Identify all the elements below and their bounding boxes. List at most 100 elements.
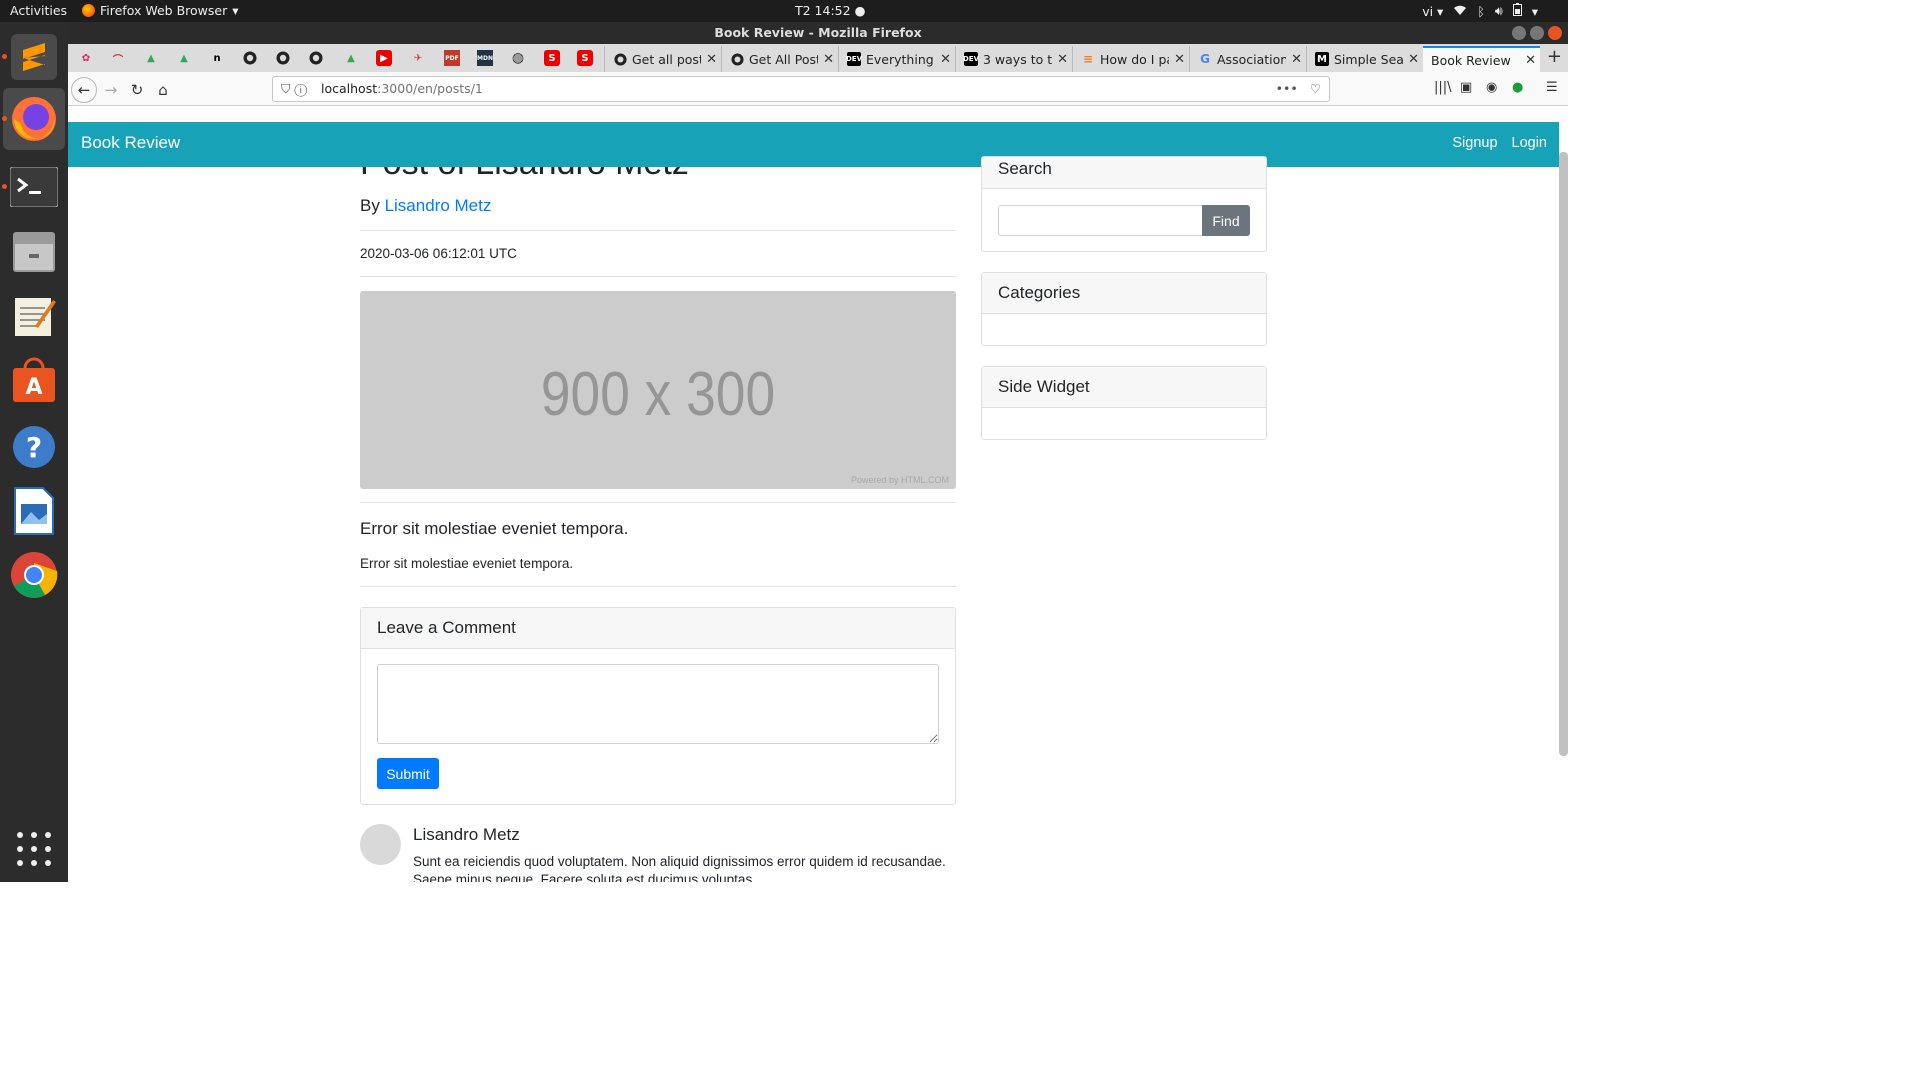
back-icon[interactable]: ← bbox=[71, 77, 97, 103]
page-actions-icon[interactable]: ••• bbox=[1276, 77, 1298, 101]
terminal-icon bbox=[10, 167, 58, 207]
window-title-bar: Book Review - Mozilla Firefox bbox=[68, 22, 1568, 44]
account-icon[interactable]: ◉ bbox=[1486, 80, 1497, 95]
close-tab-icon[interactable]: ✕ bbox=[940, 52, 951, 67]
tab-simple-search[interactable]: M Simple Sear ✕ bbox=[1306, 46, 1423, 72]
dock-files[interactable] bbox=[9, 226, 59, 276]
tab-everything[interactable]: DEV Everything T ✕ bbox=[838, 46, 955, 72]
maximize-button[interactable] bbox=[1530, 26, 1544, 40]
signup-link[interactable]: Signup bbox=[1452, 135, 1497, 151]
dock: A ? bbox=[0, 22, 68, 882]
tab-book-review[interactable]: Book Review ✕ bbox=[1423, 46, 1540, 72]
pocket-icon[interactable]: ♡ bbox=[1310, 77, 1321, 101]
comment-textarea[interactable] bbox=[377, 664, 939, 744]
sidebar-icon[interactable]: ▣ bbox=[1460, 80, 1472, 95]
close-tab-icon[interactable]: ✕ bbox=[1291, 52, 1302, 67]
clock[interactable]: T2 14:52 ● bbox=[795, 3, 865, 18]
pinned-tab-icon[interactable]: S bbox=[544, 50, 560, 66]
chrome-icon bbox=[11, 552, 58, 598]
search-input[interactable] bbox=[998, 205, 1203, 236]
svg-text:A: A bbox=[25, 375, 42, 400]
dock-software-center[interactable]: A bbox=[9, 355, 59, 405]
close-window-button[interactable] bbox=[1548, 26, 1562, 40]
youtube-icon[interactable]: ▶ bbox=[376, 50, 392, 66]
library-icon[interactable]: |||\ bbox=[1434, 80, 1452, 95]
close-tab-icon[interactable]: ✕ bbox=[1057, 52, 1068, 67]
dock-terminal[interactable] bbox=[2, 162, 59, 212]
minimize-button[interactable] bbox=[1512, 26, 1526, 40]
pinned-tab-icon[interactable]: n bbox=[209, 50, 225, 66]
dock-sublime-text[interactable] bbox=[2, 32, 59, 82]
author-link[interactable]: Lisandro Metz bbox=[385, 196, 492, 215]
github-icon bbox=[730, 52, 744, 66]
globe-icon[interactable]: ◍ bbox=[510, 50, 526, 66]
categories-title: Categories bbox=[982, 273, 1266, 314]
side-widget: Side Widget bbox=[981, 366, 1267, 440]
new-tab-icon[interactable]: + bbox=[1547, 46, 1562, 67]
hamburger-menu-icon[interactable]: ☰ bbox=[1546, 80, 1558, 95]
tab-association[interactable]: G Association ✕ bbox=[1189, 46, 1306, 72]
tracking-protection-icon[interactable]: ⛉ ⓘ bbox=[281, 77, 307, 101]
pdf-icon[interactable]: PDF bbox=[444, 50, 460, 66]
tab-3-ways[interactable]: DEV 3 ways to tir ✕ bbox=[955, 46, 1072, 72]
tab-how-do-i[interactable]: ≡ How do I pa ✕ bbox=[1072, 46, 1189, 72]
tab-get-all-post-2[interactable]: Get All Post ✕ bbox=[721, 46, 838, 72]
pinned-tab-icon[interactable]: ⌒ bbox=[110, 50, 126, 66]
dock-firefox[interactable] bbox=[2, 88, 65, 150]
close-tab-icon[interactable]: ✕ bbox=[1408, 52, 1419, 67]
tab-bar: ✿ ⌒ ▲ ▲ n ▲ ▶ ✈ PDF MDN ◍ S S Get all po… bbox=[68, 44, 1568, 72]
submit-comment-button[interactable]: Submit bbox=[377, 758, 439, 789]
home-icon[interactable]: ⌂ bbox=[150, 77, 176, 103]
close-tab-icon[interactable]: ✕ bbox=[823, 52, 834, 67]
activities-button[interactable]: Activities bbox=[10, 3, 67, 18]
google-drive-icon[interactable]: ▲ bbox=[176, 50, 192, 66]
app-menu-label: Firefox Web Browser bbox=[100, 3, 228, 18]
tab-label: Book Review bbox=[1431, 52, 1511, 68]
post-body: Error sit molestiae eveniet tempora. bbox=[360, 556, 574, 571]
url-path: :3000/en/posts/1 bbox=[377, 81, 483, 96]
pinned-tab-icon[interactable]: S bbox=[577, 50, 593, 66]
categories-widget: Categories bbox=[981, 272, 1267, 346]
url-bar[interactable]: ⛉ ⓘ localhost:3000/en/posts/1 ••• ♡ bbox=[272, 76, 1330, 102]
github-icon[interactable] bbox=[275, 50, 291, 66]
comment-form-title: Leave a Comment bbox=[361, 608, 955, 649]
tab-label: Association bbox=[1217, 51, 1287, 67]
site-brand[interactable]: Book Review bbox=[81, 133, 180, 153]
close-tab-icon[interactable]: ✕ bbox=[1174, 52, 1185, 67]
tab-label: 3 ways to tir bbox=[983, 51, 1053, 67]
side-widget-title: Side Widget bbox=[982, 367, 1266, 408]
google-icon: G bbox=[1200, 52, 1210, 66]
url-text[interactable]: localhost:3000/en/posts/1 bbox=[321, 77, 483, 101]
wifi-icon bbox=[1453, 4, 1467, 19]
system-tray[interactable]: vi ▾ ᛒ 🔊︎ ▾ bbox=[1422, 3, 1538, 19]
login-link[interactable]: Login bbox=[1512, 135, 1547, 151]
forward-icon[interactable]: → bbox=[98, 77, 124, 103]
dock-chrome[interactable] bbox=[9, 550, 59, 600]
find-button[interactable]: Find bbox=[1202, 205, 1250, 236]
dock-help[interactable]: ? bbox=[9, 422, 59, 472]
google-drive-icon[interactable]: ▲ bbox=[143, 50, 159, 66]
reload-icon[interactable]: ↻ bbox=[124, 77, 150, 103]
divider bbox=[360, 230, 956, 231]
input-language-indicator[interactable]: vi ▾ bbox=[1422, 4, 1443, 19]
extension-icon[interactable]: ● bbox=[1512, 80, 1523, 95]
app-menu[interactable]: Firefox Web Browser ▾ bbox=[82, 3, 239, 18]
post-date: 2020-03-06 06:12:01 UTC bbox=[360, 246, 517, 261]
dock-show-applications[interactable] bbox=[9, 824, 59, 874]
dock-text-editor[interactable] bbox=[9, 290, 59, 340]
github-icon[interactable] bbox=[242, 50, 258, 66]
google-drive-icon[interactable]: ▲ bbox=[343, 50, 359, 66]
close-tab-icon[interactable]: ✕ bbox=[1525, 53, 1536, 68]
post-image-placeholder: 900 x 300 Powered by HTML.COM bbox=[360, 291, 956, 489]
post-byline: By Lisandro Metz bbox=[360, 196, 491, 216]
pinned-tab-icon[interactable]: ✈ bbox=[410, 50, 426, 66]
github-icon[interactable] bbox=[308, 50, 324, 66]
pinned-tab-icon[interactable]: ✿ bbox=[78, 50, 94, 66]
dock-writer[interactable] bbox=[9, 486, 59, 536]
mdn-icon[interactable]: MDN bbox=[477, 50, 493, 66]
tab-get-all-post[interactable]: Get all post ✕ bbox=[604, 46, 721, 72]
text-editor-icon bbox=[15, 298, 56, 336]
page-scrollbar[interactable] bbox=[1559, 152, 1568, 756]
url-actions: ••• ♡ bbox=[1276, 77, 1321, 101]
close-tab-icon[interactable]: ✕ bbox=[706, 52, 717, 67]
